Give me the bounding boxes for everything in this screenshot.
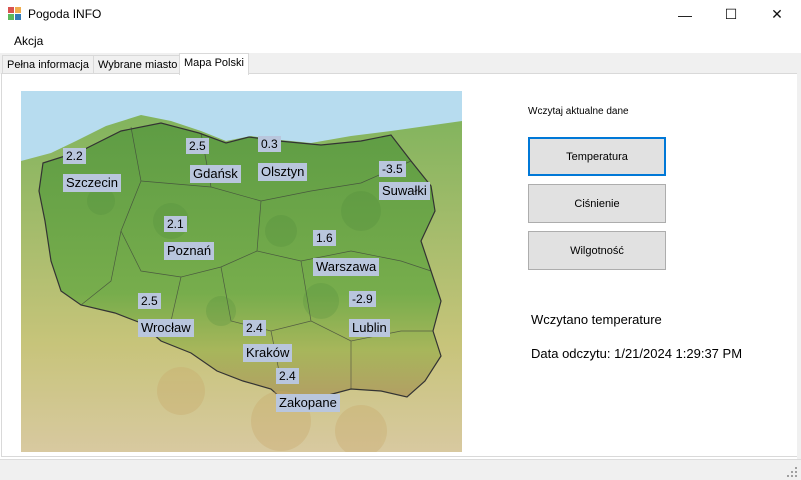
menu-bar: Akcja (0, 29, 801, 53)
tab-selected-city[interactable]: Wybrane miasto (93, 55, 183, 74)
timestamp-text: Data odczytu: 1/21/2024 1:29:37 PM (531, 346, 743, 361)
value-label-zakopane: 2.4 (276, 368, 299, 384)
status-text: Wczytano temperature (531, 312, 662, 327)
maximize-icon: ☐ (724, 6, 738, 22)
menu-akcja[interactable]: Akcja (14, 34, 43, 48)
title-bar: Pogoda INFO — ☐ ✕ (0, 0, 801, 29)
status-bar (0, 459, 801, 480)
city-label-zakopane: Zakopane (276, 394, 340, 412)
city-label-lublin: Lublin (349, 319, 390, 337)
value-label-szczecin: 2.2 (63, 148, 86, 164)
pressure-button-label: Ciśnienie (574, 197, 620, 210)
value-label-warszawa: 1.6 (313, 230, 336, 246)
city-label-krakow: Kraków (243, 344, 293, 362)
tab-full-info[interactable]: Pełna informacja (2, 55, 94, 74)
value-label-olsztyn: 0.3 (258, 136, 281, 152)
load-data-label: Wczytaj aktualne dane (528, 106, 629, 117)
tab-strip: Pełna informacja Wybrane miasto Mapa Pol… (0, 53, 801, 75)
value-label-suwalki: -3.5 (379, 161, 406, 177)
value-label-gdansk: 2.5 (186, 138, 209, 154)
city-label-szczecin: Szczecin (63, 174, 122, 192)
humidity-button-label: Wilgotność (570, 244, 624, 257)
app-icon (8, 7, 21, 20)
value-label-lublin: -2.9 (349, 291, 376, 307)
map-image (21, 91, 462, 452)
window-edge (797, 73, 801, 459)
minimize-icon: — (678, 6, 692, 23)
value-label-poznan: 2.1 (164, 216, 187, 232)
city-label-wroclaw: Wrocław (138, 319, 194, 337)
tab-poland-map[interactable]: Mapa Polski (179, 53, 249, 75)
city-label-gdansk: Gdańsk (190, 165, 241, 183)
resize-grip-icon[interactable] (786, 466, 798, 478)
temperature-button[interactable]: Temperatura (528, 137, 666, 176)
close-button[interactable]: ✕ (754, 0, 800, 29)
window-title: Pogoda INFO (28, 7, 102, 21)
minimize-button[interactable]: — (662, 0, 708, 29)
pressure-button[interactable]: Ciśnienie (528, 184, 666, 223)
poland-map: 2.2 Szczecin 2.5 Gdańsk 0.3 Olsztyn -3.5… (21, 91, 462, 452)
city-label-warszawa: Warszawa (313, 258, 380, 276)
humidity-button[interactable]: Wilgotność (528, 231, 666, 270)
city-label-suwalki: Suwałki (379, 182, 430, 200)
value-label-wroclaw: 2.5 (138, 293, 161, 309)
value-label-krakow: 2.4 (243, 320, 266, 336)
city-label-olsztyn: Olsztyn (258, 163, 308, 181)
maximize-button[interactable]: ☐ (708, 0, 754, 29)
city-label-poznan: Poznań (164, 242, 215, 260)
temperature-button-label: Temperatura (566, 150, 628, 163)
close-icon: ✕ (771, 6, 783, 22)
